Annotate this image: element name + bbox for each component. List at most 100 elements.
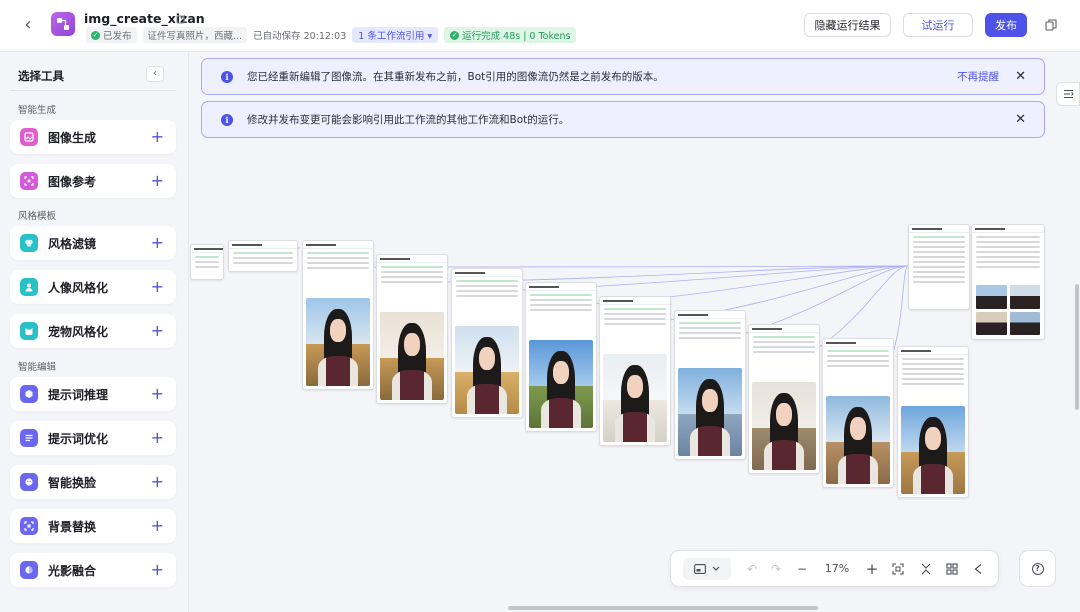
image-node[interactable] [525,282,597,432]
close-icon[interactable]: ✕ [1015,69,1026,84]
tool-prompt-optimize[interactable]: 提示词优化 + [10,421,176,455]
generated-portrait-image [455,326,519,414]
workflow-node[interactable] [228,240,298,272]
image-node[interactable] [599,296,671,446]
pet-style-icon [20,322,38,340]
zoom-in-icon[interactable]: + [861,551,883,586]
tool-image-generate[interactable]: 图像生成 + [10,120,176,154]
image-reference-icon [20,172,38,190]
tool-pet-style[interactable]: 宠物风格化 + [10,314,176,348]
help-button[interactable]: ? [1019,550,1056,587]
edit-icon[interactable] [176,13,186,24]
publish-status-badge: ✓ 已发布 [86,27,137,43]
info-banner-republish: i 您已经重新编辑了图像流。在其重新发布之前，Bot引用的图像流仍然是之前发布的… [201,58,1045,95]
collapse-icon[interactable] [915,551,937,586]
panel-list-icon [1063,89,1074,99]
add-icon[interactable]: + [151,279,164,295]
workflow-reference-dropdown[interactable]: 1 条工作流引用 ▾ [352,27,439,43]
generated-portrait-image [306,298,370,386]
check-icon: ✓ [91,30,100,40]
try-run-button[interactable]: 试运行 [903,13,973,37]
workflow-canvas[interactable]: i 您已经重新编辑了图像流。在其重新发布之前，Bot引用的图像流仍然是之前发布的… [190,52,1080,612]
autosave-text: 已自动保存 20:12:03 [253,31,347,42]
add-icon[interactable]: + [151,562,164,578]
generated-portrait-image [752,382,816,470]
tool-label: 提示词推理 [48,387,109,402]
right-panel-toggle[interactable] [1056,82,1080,106]
minimap-icon [694,564,706,574]
image-generate-icon [20,128,38,146]
add-icon[interactable]: + [151,235,164,251]
tool-label: 智能换脸 [48,475,97,490]
chevron-down-icon [712,566,720,571]
tool-face-swap[interactable]: 智能换脸 + [10,465,176,499]
canvas-toolbar: ↶ ↷ − 17% + [670,550,999,587]
generated-portrait-image [380,312,444,400]
tool-prompt-reasoning[interactable]: 提示词推理 + [10,377,176,411]
tool-portrait-style[interactable]: 人像风格化 + [10,270,176,304]
check-icon: ✓ [450,30,460,40]
zoom-level[interactable]: 17% [817,551,857,586]
sidebar-divider [10,90,176,91]
light-blend-icon [20,561,38,579]
description-chip: 证件写真照片，西藏... [142,27,248,43]
image-node[interactable] [451,268,523,418]
image-node[interactable] [302,240,374,390]
dont-remind-link[interactable]: 不再提醒 [957,69,999,84]
fit-view-icon[interactable] [887,551,909,586]
tool-style-filter[interactable]: 风格滤镜 + [10,226,176,260]
tool-label: 图像生成 [48,130,97,145]
prompt-reasoning-icon [20,385,38,403]
style-filter-icon [20,234,38,252]
zoom-out-icon[interactable]: − [791,551,813,586]
horizontal-scrollbar[interactable] [508,606,818,610]
add-icon[interactable]: + [151,518,164,534]
end-node[interactable] [908,224,970,310]
output-node[interactable] [971,224,1045,340]
sidebar-collapse-button[interactable]: ‹ [146,66,164,82]
add-icon[interactable]: + [151,129,164,145]
tool-label: 宠物风格化 [48,324,109,339]
chevron-left-icon: ‹ [153,68,157,79]
image-node[interactable] [376,254,448,404]
prompt-optimize-icon [20,429,38,447]
add-icon[interactable]: + [151,323,164,339]
copy-button[interactable] [1040,13,1062,37]
direction-icon[interactable] [967,551,989,586]
info-banner-impact: i 修改并发布变更可能会影响引用此工作流的其他工作流和Bot的运行。 ✕ [201,101,1045,138]
redo-icon[interactable]: ↷ [765,551,787,586]
generated-portrait-image [529,340,593,428]
image-node[interactable] [822,338,894,488]
tool-background-replace[interactable]: 背景替换 + [10,509,176,543]
minimap-toggle[interactable] [683,558,731,580]
info-icon: i [221,70,233,83]
generated-portrait-image [901,406,965,494]
generated-portrait-image [678,368,742,456]
hide-result-button[interactable]: 隐藏运行结果 [804,13,891,37]
vertical-scrollbar[interactable] [1075,284,1079,410]
publish-button[interactable]: 发布 [985,13,1027,37]
add-icon[interactable]: + [151,474,164,490]
image-node[interactable] [748,324,820,474]
tool-label: 背景替换 [48,519,97,534]
tool-sidebar: 选择工具 ‹ 智能生成 图像生成 + 图像参考 + 风格模板 风格滤镜 + 人像… [0,52,189,612]
image-node[interactable] [897,346,969,498]
add-icon[interactable]: + [151,386,164,402]
run-status-badge: ✓ 运行完成 48s | 0 Tokens [444,27,577,43]
undo-icon[interactable]: ↶ [741,551,763,586]
close-icon[interactable]: ✕ [1015,112,1026,127]
banner-text: 修改并发布变更可能会影响引用此工作流的其他工作流和Bot的运行。 [247,114,570,126]
add-icon[interactable]: + [151,173,164,189]
tool-light-blend[interactable]: 光影融合 + [10,553,176,587]
portrait-style-icon [20,278,38,296]
add-icon[interactable]: + [151,430,164,446]
workflow-node[interactable] [190,244,224,280]
workflow-icon [51,12,75,36]
sidebar-title: 选择工具 [18,69,64,83]
banner-text: 您已经重新编辑了图像流。在其重新发布之前，Bot引用的图像流仍然是之前发布的版本… [247,71,664,83]
layout-icon[interactable] [941,551,963,586]
back-button[interactable]: ‹ [18,14,38,36]
header-bar: ‹ img_create_xizan ✓ 已发布 证件写真照片，西藏... 已自… [0,0,1080,52]
image-node[interactable] [674,310,746,460]
tool-image-reference[interactable]: 图像参考 + [10,164,176,198]
